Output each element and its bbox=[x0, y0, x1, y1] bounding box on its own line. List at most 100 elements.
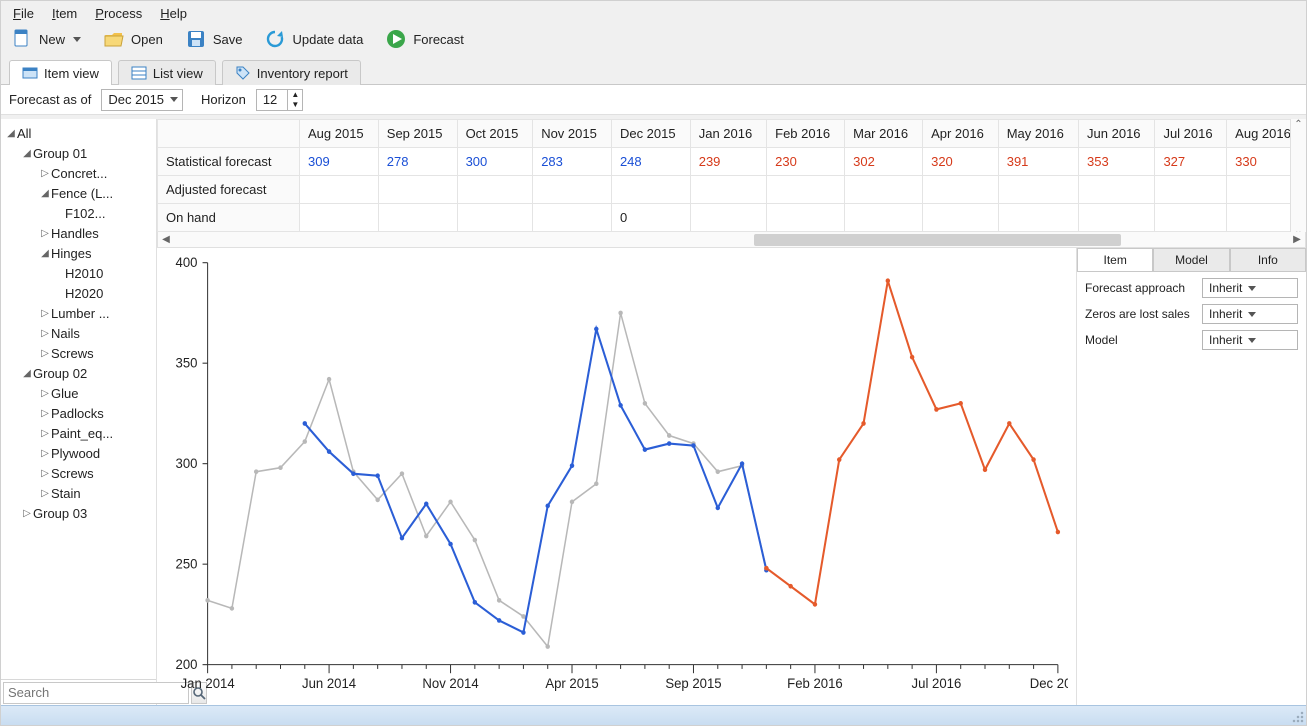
tree-node-hinges[interactable]: ◢Hinges bbox=[3, 243, 154, 263]
grid-cell[interactable] bbox=[1079, 204, 1155, 232]
tree-node-glue[interactable]: ▷Glue bbox=[3, 383, 154, 403]
tree-node-screws2[interactable]: ▷Screws bbox=[3, 463, 154, 483]
grid-cell[interactable] bbox=[378, 176, 457, 204]
tree-node-screws1[interactable]: ▷Screws bbox=[3, 343, 154, 363]
tree-node-padlocks[interactable]: ▷Padlocks bbox=[3, 403, 154, 423]
grid-cell[interactable] bbox=[767, 204, 845, 232]
grid-cell[interactable] bbox=[845, 176, 923, 204]
grid-cell[interactable]: 248 bbox=[611, 148, 690, 176]
grid-cell[interactable] bbox=[1155, 204, 1227, 232]
tree-node-paint[interactable]: ▷Paint_eq... bbox=[3, 423, 154, 443]
grid-cell[interactable]: 230 bbox=[767, 148, 845, 176]
forecast-chart[interactable]: 200250300350400Jan 2014Jun 2014Nov 2014A… bbox=[157, 252, 1068, 701]
chevron-down-icon[interactable] bbox=[73, 37, 81, 42]
tree-node-plywood[interactable]: ▷Plywood bbox=[3, 443, 154, 463]
model-combo[interactable]: Inherit bbox=[1202, 330, 1298, 350]
tree-node-group01[interactable]: ◢Group 01 bbox=[3, 143, 154, 163]
forecast-approach-combo[interactable]: Inherit bbox=[1202, 278, 1298, 298]
tab-list-view[interactable]: List view bbox=[118, 60, 216, 85]
grid-cell[interactable] bbox=[923, 176, 999, 204]
grid-cell[interactable]: 278 bbox=[378, 148, 457, 176]
forecast-grid[interactable]: Aug 2015Sep 2015Oct 2015Nov 2015Dec 2015… bbox=[157, 119, 1306, 232]
menu-item[interactable]: Item bbox=[52, 6, 77, 21]
open-button[interactable]: Open bbox=[103, 28, 163, 50]
forecast-as-of-combo[interactable]: Dec 2015 bbox=[101, 89, 183, 111]
menu-process[interactable]: Process bbox=[95, 6, 142, 21]
item-tree[interactable]: ◢All ◢Group 01 ▷Concret... ◢Fence (L... … bbox=[1, 119, 156, 679]
grid-cell[interactable]: 327 bbox=[1155, 148, 1227, 176]
grid-cell[interactable] bbox=[300, 204, 379, 232]
grid-col-header[interactable]: May 2016 bbox=[998, 120, 1078, 148]
tree-node-nails[interactable]: ▷Nails bbox=[3, 323, 154, 343]
tree-node-stain[interactable]: ▷Stain bbox=[3, 483, 154, 503]
grid-cell[interactable] bbox=[690, 204, 766, 232]
grid-cell[interactable]: 302 bbox=[845, 148, 923, 176]
vertical-scrollbar[interactable]: ⌃⌄ bbox=[1290, 119, 1306, 237]
grid-cell[interactable]: 320 bbox=[923, 148, 999, 176]
side-tab-info[interactable]: Info bbox=[1230, 248, 1306, 271]
grid-cell[interactable]: 239 bbox=[690, 148, 766, 176]
grid-row-onhand[interactable]: On hand bbox=[158, 204, 300, 232]
grid-cell[interactable] bbox=[767, 176, 845, 204]
menu-file[interactable]: File bbox=[13, 6, 34, 21]
spinner-down-icon[interactable]: ▼ bbox=[288, 100, 302, 110]
grid-cell[interactable] bbox=[923, 204, 999, 232]
grid-cell[interactable] bbox=[533, 204, 612, 232]
scroll-left-icon[interactable]: ◀ bbox=[158, 232, 174, 247]
horizontal-scrollbar[interactable]: ◀ ▶ bbox=[157, 232, 1306, 248]
grid-col-header[interactable]: Aug 2015 bbox=[300, 120, 379, 148]
tree-node-lumber[interactable]: ▷Lumber ... bbox=[3, 303, 154, 323]
grid-col-header[interactable]: Jun 2016 bbox=[1079, 120, 1155, 148]
grid-cell[interactable] bbox=[1155, 176, 1227, 204]
tree-node-concrete[interactable]: ▷Concret... bbox=[3, 163, 154, 183]
scroll-right-icon[interactable]: ▶ bbox=[1289, 232, 1305, 247]
grid-row-stat[interactable]: Statistical forecast bbox=[158, 148, 300, 176]
grid-cell[interactable] bbox=[378, 204, 457, 232]
tree-leaf-f102[interactable]: F102... bbox=[3, 203, 154, 223]
grid-cell[interactable] bbox=[300, 176, 379, 204]
forecast-button[interactable]: Forecast bbox=[385, 28, 464, 50]
grid-cell[interactable] bbox=[533, 176, 612, 204]
menu-help[interactable]: Help bbox=[160, 6, 187, 21]
grid-cell[interactable] bbox=[998, 204, 1078, 232]
grid-cell[interactable] bbox=[690, 176, 766, 204]
grid-cell[interactable]: 283 bbox=[533, 148, 612, 176]
grid-cell[interactable] bbox=[611, 176, 690, 204]
grid-cell[interactable] bbox=[457, 176, 533, 204]
tab-item-view[interactable]: Item view bbox=[9, 60, 112, 85]
resize-grip-icon[interactable] bbox=[1292, 711, 1304, 723]
grid-col-header[interactable]: Mar 2016 bbox=[845, 120, 923, 148]
grid-col-header[interactable]: Apr 2016 bbox=[923, 120, 999, 148]
tree-node-all[interactable]: ◢All bbox=[3, 123, 154, 143]
tree-leaf-h2010[interactable]: H2010 bbox=[3, 263, 154, 283]
update-data-button[interactable]: Update data bbox=[264, 28, 363, 50]
tab-inventory-report[interactable]: Inventory report bbox=[222, 60, 361, 85]
grid-cell[interactable]: 353 bbox=[1079, 148, 1155, 176]
side-tab-item[interactable]: Item bbox=[1077, 248, 1153, 271]
grid-col-header[interactable]: Nov 2015 bbox=[533, 120, 612, 148]
scrollbar-thumb[interactable] bbox=[754, 234, 1121, 246]
grid-cell[interactable] bbox=[1079, 176, 1155, 204]
grid-cell[interactable] bbox=[845, 204, 923, 232]
grid-cell[interactable] bbox=[457, 204, 533, 232]
save-button[interactable]: Save bbox=[185, 28, 243, 50]
grid-cell[interactable]: 0 bbox=[611, 204, 690, 232]
grid-cell[interactable] bbox=[998, 176, 1078, 204]
grid-col-header[interactable]: Jan 2016 bbox=[690, 120, 766, 148]
tree-node-fence[interactable]: ◢Fence (L... bbox=[3, 183, 154, 203]
tree-node-handles[interactable]: ▷Handles bbox=[3, 223, 154, 243]
grid-col-header[interactable]: Feb 2016 bbox=[767, 120, 845, 148]
grid-cell[interactable]: 309 bbox=[300, 148, 379, 176]
grid-cell[interactable]: 300 bbox=[457, 148, 533, 176]
grid-col-header[interactable]: Sep 2015 bbox=[378, 120, 457, 148]
grid-col-header[interactable]: Oct 2015 bbox=[457, 120, 533, 148]
tree-node-group02[interactable]: ◢Group 02 bbox=[3, 363, 154, 383]
grid-row-adj[interactable]: Adjusted forecast bbox=[158, 176, 300, 204]
grid-col-header[interactable]: Dec 2015 bbox=[611, 120, 690, 148]
horizon-spinner[interactable]: 12 ▲ ▼ bbox=[256, 89, 303, 111]
tree-leaf-h2020[interactable]: H2020 bbox=[3, 283, 154, 303]
new-button[interactable]: New bbox=[11, 28, 81, 50]
tree-node-group03[interactable]: ▷Group 03 bbox=[3, 503, 154, 523]
spinner-up-icon[interactable]: ▲ bbox=[288, 90, 302, 100]
grid-col-header[interactable]: Jul 2016 bbox=[1155, 120, 1227, 148]
